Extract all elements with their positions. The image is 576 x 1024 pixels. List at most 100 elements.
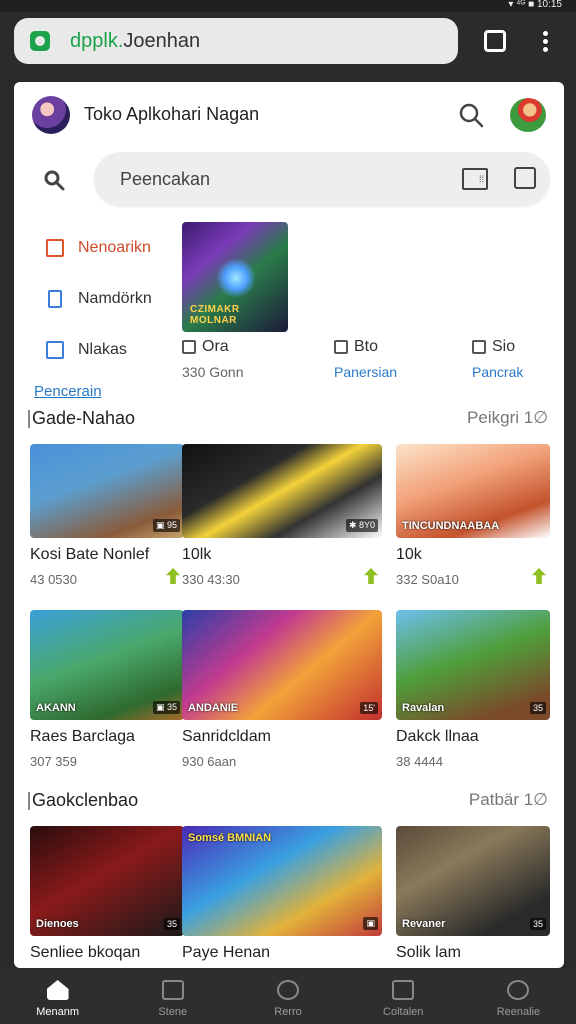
- game-title: Paye Henan: [182, 944, 271, 961]
- nav-label: Reenalie: [496, 1006, 541, 1018]
- address-bar[interactable]: dpplk.Joenhan: [14, 18, 458, 64]
- menu-item-label: Namdörkn: [78, 289, 152, 307]
- game-card[interactable]: TINCUNDNAABAA 10k 332 S0a10: [396, 444, 550, 587]
- section-header: Gade-Nahao Peikgri 1∅: [14, 404, 564, 434]
- game-card[interactable]: Dienoes 35 Senliee bkoqan: [30, 826, 184, 962]
- url-host: dpplk.: [70, 29, 124, 52]
- url-path: Joenhan: [123, 29, 201, 52]
- game-card[interactable]: ▣ 95 Kosi Bate Nonlef 43 0530: [30, 444, 184, 587]
- nav-item-collection[interactable]: Coltalen: [346, 968, 461, 1024]
- game-title: Kosi Bate Nonlef: [30, 546, 150, 563]
- thumbnail-tag: ▣ 95: [152, 519, 180, 532]
- game-grid: Dienoes 35 Senliee bkoqan Somsé BMNIAN ▣…: [30, 826, 550, 966]
- nav-label: Coltalen: [383, 1006, 424, 1018]
- status-bar: ▾ ⁴ᴳ ■ 10:15: [0, 0, 576, 12]
- mini-item-2[interactable]: Sio Pancrak: [472, 338, 523, 380]
- game-title: Senliee bkoqan: [30, 944, 141, 961]
- app-title: Toko Aplkohari Nagan: [84, 104, 260, 124]
- checkbox-icon[interactable]: [514, 167, 536, 189]
- thumbnail-tag: ✱ 8Y0: [345, 519, 378, 532]
- search-row: ⁞⁞: [14, 152, 564, 208]
- section-title: Gade-Nahao: [27, 408, 136, 428]
- search-icon[interactable]: [458, 102, 484, 128]
- tabs-button[interactable]: [484, 30, 506, 52]
- thumbnail-tag: 35: [529, 702, 546, 714]
- filter-button[interactable]: ⁞⁞: [462, 168, 488, 190]
- thumbnail-label: Ravalan: [402, 702, 445, 714]
- game-meta: 307 359: [30, 754, 77, 769]
- game-title: Sanridcldam: [182, 728, 271, 745]
- nav-item-profile[interactable]: Reenalie: [461, 968, 576, 1024]
- more-options-icon[interactable]: [534, 28, 556, 56]
- section-title: Gaokclenbao: [27, 790, 139, 810]
- game-card[interactable]: ANDANIE 15' Sanridcldam 930 6aan: [182, 610, 382, 769]
- checkbox-icon: [46, 340, 64, 359]
- home-icon: [46, 980, 69, 1000]
- avatar[interactable]: [510, 98, 546, 132]
- game-title: Solik lam: [396, 944, 461, 961]
- mini-item-sub: Pancrak: [472, 364, 524, 380]
- search-icon[interactable]: [42, 168, 68, 194]
- bracket-icon: [472, 340, 486, 354]
- thumbnail-label: TINCUNDNAABAA: [402, 520, 500, 532]
- menu-link[interactable]: Pencerain: [34, 383, 174, 400]
- nav-item-store[interactable]: Stene: [115, 968, 230, 1024]
- nav-item-history[interactable]: Rerro: [230, 968, 345, 1024]
- section-more-link[interactable]: Patbär 1∅: [469, 790, 548, 810]
- menu-item-1[interactable]: Namdörkn: [34, 273, 174, 324]
- game-meta: 930 6aan: [182, 754, 237, 769]
- bottom-navigation: Menanm Stene Rerro Coltalen Reenalie: [0, 968, 576, 1024]
- thumbnail-label: Dienoes: [36, 918, 79, 930]
- game-meta: 332 S0a10: [396, 572, 459, 587]
- site-icon: [30, 31, 50, 51]
- featured-game-thumbnail[interactable]: CZIMAKR MOLNAR: [182, 222, 288, 332]
- game-title: 10k: [396, 546, 422, 563]
- search-field[interactable]: ⁞⁞: [94, 152, 550, 206]
- game-thumbnail: Dienoes 35: [30, 826, 184, 936]
- nav-label: Rerro: [274, 1006, 302, 1018]
- mini-item-title: Sio: [492, 338, 516, 355]
- game-card[interactable]: AKANN ▣ 35 Raes Barclaga 307 359: [30, 610, 184, 769]
- game-title: Dakck llnaa: [396, 728, 479, 745]
- url-text[interactable]: dpplk.Joenhan: [70, 30, 200, 53]
- thumbnail-tag: ▣ 35: [152, 701, 180, 714]
- game-card[interactable]: Ravalan 35 Dakck llnaa 38 4444: [396, 610, 550, 769]
- section-header: Gaokclenbao Patbär 1∅: [14, 786, 564, 816]
- mini-item-1[interactable]: Bto Panersian: [334, 338, 397, 380]
- mini-info-row: Ora 330 Gonn Bto Panersian Sio Pancrak: [182, 338, 552, 384]
- thumbnail-tag: 35: [529, 918, 546, 930]
- game-card[interactable]: ✱ 8Y0 10lk 330 43:30: [182, 444, 382, 587]
- game-meta: 38 4444: [396, 754, 443, 769]
- search-input[interactable]: [120, 166, 420, 192]
- menu-item-0[interactable]: Nenoarikn: [34, 222, 174, 273]
- game-title: 10lk: [182, 546, 212, 563]
- category-menu: Nenoarikn Namdörkn Nlakas Pencerain: [34, 222, 174, 400]
- clock-icon: [277, 980, 299, 1000]
- thumbnail-label: AKANN: [36, 702, 76, 714]
- square-icon: [334, 340, 348, 354]
- game-thumbnail: ✱ 8Y0: [182, 444, 382, 538]
- game-card[interactable]: Revaner 35 Solik lam: [396, 826, 550, 962]
- game-card[interactable]: Somsé BMNIAN ▣ Paye Henan: [182, 826, 382, 962]
- mini-item-title: Bto: [354, 338, 379, 355]
- thumbnail-tag: ▣: [363, 917, 378, 930]
- nav-label: Menanm: [36, 1006, 79, 1018]
- mini-item-0[interactable]: Ora 330 Gonn: [182, 338, 244, 380]
- nav-item-home[interactable]: Menanm: [0, 968, 115, 1024]
- profile-icon: [507, 980, 530, 1000]
- thumbnail-label: Somsé BMNIAN: [188, 832, 272, 844]
- mini-item-sub: 330 Gonn: [182, 364, 244, 380]
- game-thumbnail: ANDANIE 15': [182, 610, 382, 720]
- mail-icon: [46, 238, 64, 257]
- store-page: Toko Aplkohari Nagan ⁞⁞ Nenoarikn Namdör…: [14, 82, 564, 968]
- menu-item-2[interactable]: Nlakas: [34, 324, 174, 375]
- menu-item-label: Nlakas: [78, 340, 127, 358]
- section-more-link[interactable]: Peikgri 1∅: [467, 408, 548, 428]
- browser-toolbar: dpplk.Joenhan: [0, 12, 576, 74]
- app-logo[interactable]: [32, 96, 70, 134]
- glow-effect: [216, 258, 256, 298]
- game-grid: ▣ 95 Kosi Bate Nonlef 43 0530 ✱ 8Y0 10lk…: [30, 444, 550, 774]
- game-thumbnail: ▣ 95: [30, 444, 184, 538]
- game-title: Raes Barclaga: [30, 728, 135, 745]
- featured-caption: CZIMAKR MOLNAR: [190, 304, 240, 326]
